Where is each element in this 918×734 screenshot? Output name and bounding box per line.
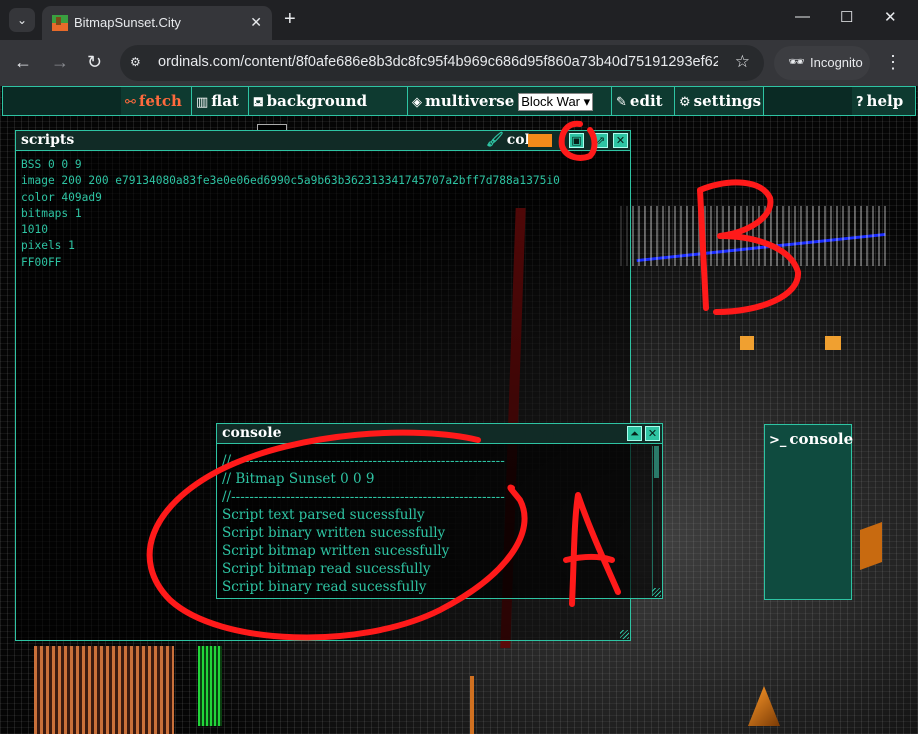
annotation-ellipse: [146, 429, 528, 641]
annotation-letter-a: [563, 492, 621, 607]
annotation-letter-b: [697, 179, 801, 315]
annotation-letter-c: [558, 120, 598, 161]
annotation-overlay: [146, 120, 801, 641]
